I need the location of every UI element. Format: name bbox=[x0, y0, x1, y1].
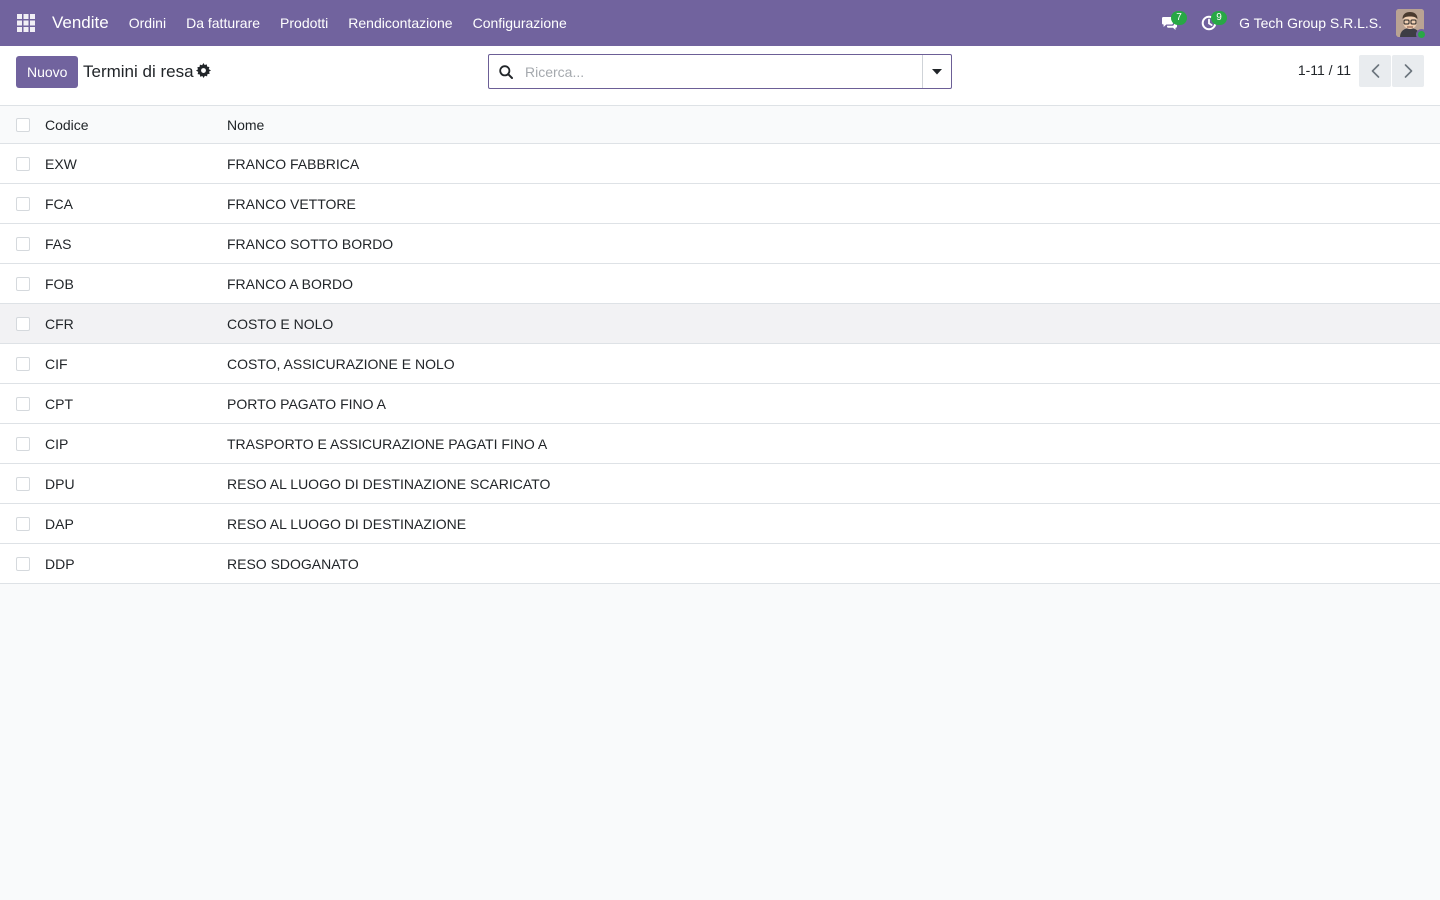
row-name: COSTO, ASSICURAZIONE E NOLO bbox=[227, 355, 455, 372]
row-checkbox[interactable] bbox=[16, 156, 30, 171]
pager-previous-button[interactable] bbox=[1359, 55, 1391, 87]
row-name: RESO AL LUOGO DI DESTINAZIONE SCARICATO bbox=[227, 475, 551, 492]
menu-item-prodotti[interactable]: Prodotti bbox=[270, 0, 338, 46]
menu-item-da-fatturare[interactable]: Da fatturare bbox=[176, 0, 270, 46]
row-checkbox[interactable] bbox=[16, 236, 30, 251]
list-header: Codice Nome bbox=[0, 106, 1440, 144]
row-checkbox[interactable] bbox=[16, 316, 30, 331]
row-checkbox[interactable] bbox=[16, 436, 30, 451]
row-code: FCA bbox=[45, 195, 73, 212]
search-options-toggle[interactable] bbox=[922, 55, 951, 88]
row-code: FOB bbox=[45, 275, 74, 292]
main-menu: Ordini Da fatturare Prodotti Rendicontaz… bbox=[119, 0, 577, 46]
activities-button[interactable]: 9 bbox=[1189, 0, 1229, 46]
company-switcher[interactable]: G Tech Group S.R.L.S. bbox=[1229, 15, 1396, 31]
select-all-cell bbox=[0, 117, 45, 132]
row-name: TRASPORTO E ASSICURAZIONE PAGATI FINO A bbox=[227, 435, 548, 452]
user-menu-button[interactable] bbox=[1396, 9, 1427, 40]
row-checkbox[interactable] bbox=[16, 556, 30, 571]
table-row[interactable]: DAP RESO AL LUOGO DI DESTINAZIONE bbox=[0, 504, 1440, 544]
row-name: FRANCO VETTORE bbox=[227, 195, 356, 212]
column-header-code[interactable]: Codice bbox=[45, 117, 227, 133]
row-check-cell bbox=[0, 556, 45, 571]
table-row[interactable]: FAS FRANCO SOTTO BORDO bbox=[0, 224, 1440, 264]
row-name: FRANCO FABBRICA bbox=[227, 155, 360, 172]
column-header-name[interactable]: Nome bbox=[227, 117, 1440, 133]
row-name: RESO AL LUOGO DI DESTINAZIONE bbox=[227, 515, 467, 532]
chevron-right-icon bbox=[1404, 64, 1412, 78]
table-row[interactable]: DPU RESO AL LUOGO DI DESTINAZIONE SCARIC… bbox=[0, 464, 1440, 504]
row-checkbox[interactable] bbox=[16, 356, 30, 371]
table-row[interactable]: EXW FRANCO FABBRICA bbox=[0, 144, 1440, 184]
row-check-cell bbox=[0, 236, 45, 251]
caret-down-icon bbox=[932, 68, 942, 74]
table-row[interactable]: FCA FRANCO VETTORE bbox=[0, 184, 1440, 224]
page-title: Termini di resa bbox=[83, 62, 194, 81]
online-status-dot bbox=[1416, 29, 1427, 40]
table-row[interactable]: CIP TRASPORTO E ASSICURAZIONE PAGATI FIN… bbox=[0, 424, 1440, 464]
messages-count-badge: 7 bbox=[1171, 11, 1188, 25]
table-row[interactable]: CPT PORTO PAGATO FINO A bbox=[0, 384, 1440, 424]
menu-item-ordini[interactable]: Ordini bbox=[119, 0, 176, 46]
app-brand[interactable]: Vendite bbox=[52, 13, 109, 33]
select-all-checkbox[interactable] bbox=[16, 117, 30, 132]
row-check-cell bbox=[0, 156, 45, 171]
row-check-cell bbox=[0, 316, 45, 331]
row-code: DAP bbox=[45, 515, 74, 532]
pager-next-button[interactable] bbox=[1392, 55, 1424, 87]
row-check-cell bbox=[0, 516, 45, 531]
row-name: RESO SDOGANATO bbox=[227, 555, 359, 572]
table-row[interactable]: CFR COSTO E NOLO bbox=[0, 304, 1440, 344]
messages-button[interactable]: 7 bbox=[1149, 0, 1189, 46]
row-check-cell bbox=[0, 196, 45, 211]
new-button[interactable]: Nuovo bbox=[16, 56, 79, 88]
row-code: FAS bbox=[45, 235, 72, 252]
row-name: COSTO E NOLO bbox=[227, 315, 334, 332]
top-navbar: Vendite Ordini Da fatturare Prodotti Ren… bbox=[0, 0, 1440, 46]
row-code: CPT bbox=[45, 395, 73, 412]
row-checkbox[interactable] bbox=[16, 476, 30, 491]
row-code: CIF bbox=[45, 355, 68, 372]
row-checkbox[interactable] bbox=[16, 276, 30, 291]
row-check-cell bbox=[0, 396, 45, 411]
chevron-left-icon bbox=[1371, 64, 1379, 78]
row-code: DPU bbox=[45, 475, 75, 492]
table-row[interactable]: DDP RESO SDOGANATO bbox=[0, 544, 1440, 584]
row-code: DDP bbox=[45, 555, 75, 572]
row-check-cell bbox=[0, 476, 45, 491]
control-panel: Nuovo Termini di resa 1-11 / 11 bbox=[0, 46, 1440, 106]
table-row[interactable]: FOB FRANCO A BORDO bbox=[0, 264, 1440, 304]
incoterms-list: Codice Nome EXW FRANCO FABBRICA FCA FRAN… bbox=[0, 106, 1440, 584]
search-icon bbox=[499, 64, 513, 79]
row-check-cell bbox=[0, 276, 45, 291]
actions-gear-button[interactable] bbox=[196, 63, 212, 79]
gear-icon bbox=[196, 63, 211, 78]
activities-count-badge: 9 bbox=[1211, 11, 1228, 25]
pager-value[interactable]: 1-11 / 11 bbox=[1298, 62, 1351, 78]
search-icon-wrap bbox=[489, 55, 523, 88]
row-name: FRANCO SOTTO BORDO bbox=[227, 235, 394, 252]
row-name: FRANCO A BORDO bbox=[227, 275, 354, 292]
row-checkbox[interactable] bbox=[16, 196, 30, 211]
row-checkbox[interactable] bbox=[16, 516, 30, 531]
table-row[interactable]: CIF COSTO, ASSICURAZIONE E NOLO bbox=[0, 344, 1440, 384]
row-code: CFR bbox=[45, 315, 74, 332]
menu-item-rendicontazione[interactable]: Rendicontazione bbox=[338, 0, 462, 46]
search-input[interactable] bbox=[523, 55, 922, 88]
menu-item-configurazione[interactable]: Configurazione bbox=[463, 0, 577, 46]
row-name: PORTO PAGATO FINO A bbox=[227, 395, 386, 412]
systray: 7 9 G Tech Group S.R.L.S. bbox=[1149, 0, 1440, 46]
row-check-cell bbox=[0, 356, 45, 371]
row-checkbox[interactable] bbox=[16, 396, 30, 411]
row-check-cell bbox=[0, 436, 45, 451]
row-code: EXW bbox=[45, 155, 77, 172]
grid-icon bbox=[17, 14, 35, 32]
apps-menu-button[interactable] bbox=[0, 0, 52, 46]
row-code: CIP bbox=[45, 435, 69, 452]
search-bar bbox=[488, 54, 952, 89]
